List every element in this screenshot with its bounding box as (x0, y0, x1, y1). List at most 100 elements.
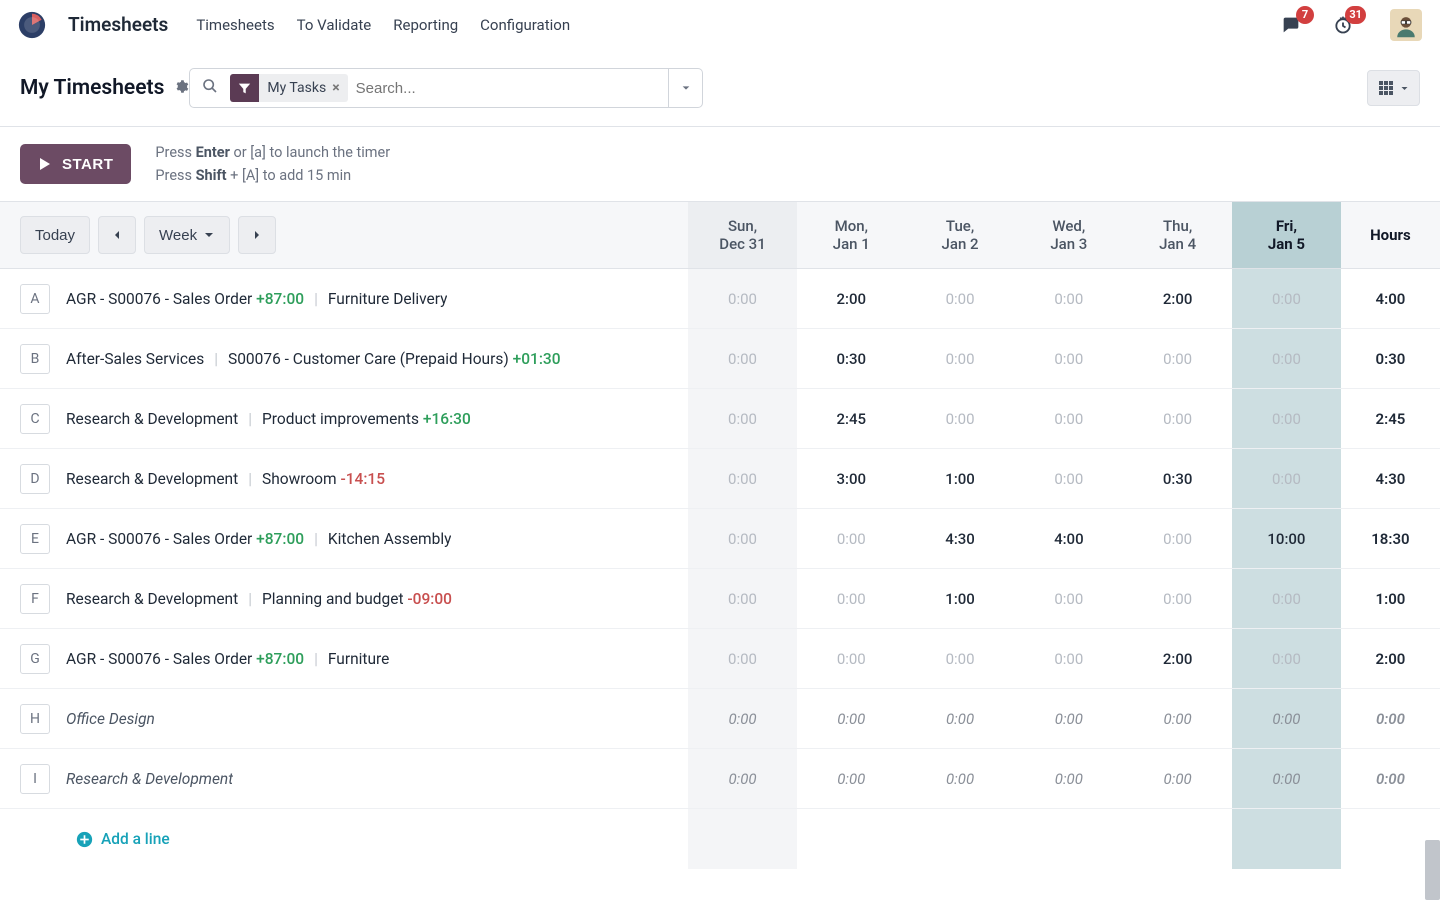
timer-hints: Press Enter or [a] to launch the timer P… (155, 141, 390, 187)
time-cell[interactable]: 0:00 (797, 689, 906, 749)
time-cell[interactable]: 0:00 (1232, 269, 1341, 329)
time-cell[interactable]: 0:00 (797, 749, 906, 809)
next-period-button[interactable] (238, 216, 276, 254)
table-row[interactable]: CResearch & Development|Product improvem… (0, 389, 1440, 449)
time-cell[interactable]: 0:00 (1123, 389, 1232, 449)
start-timer-button[interactable]: START (20, 144, 131, 184)
filter-funnel-icon[interactable] (230, 74, 259, 102)
time-cell[interactable]: 2:00 (1123, 269, 1232, 329)
app-logo-icon[interactable] (18, 11, 46, 39)
row-key-badge[interactable]: A (20, 284, 50, 314)
time-cell[interactable]: 0:00 (1014, 749, 1123, 809)
row-key-badge[interactable]: D (20, 464, 50, 494)
prev-period-button[interactable] (98, 216, 136, 254)
time-cell[interactable]: 4:00 (1014, 509, 1123, 569)
time-cell[interactable]: 1:00 (906, 569, 1015, 629)
time-cell[interactable]: 0:00 (1014, 389, 1123, 449)
time-cell[interactable]: 0:00 (688, 569, 797, 629)
row-total: 0:00 (1341, 689, 1440, 749)
time-cell[interactable]: 0:30 (1123, 449, 1232, 509)
filter-chip-remove-icon[interactable]: × (332, 80, 339, 96)
time-cell[interactable]: 0:00 (1014, 629, 1123, 689)
time-cell[interactable]: 0:00 (906, 389, 1015, 449)
search-box[interactable]: My Tasks× (189, 68, 669, 108)
time-cell[interactable]: 10:00 (1232, 509, 1341, 569)
time-cell[interactable]: 0:00 (688, 269, 797, 329)
time-cell[interactable]: 2:00 (1123, 629, 1232, 689)
row-key-badge[interactable]: C (20, 404, 50, 434)
time-cell[interactable]: 0:00 (1014, 689, 1123, 749)
time-cell[interactable]: 0:00 (906, 689, 1015, 749)
search-input[interactable] (356, 80, 669, 97)
add-line-button[interactable]: Add a line (76, 830, 688, 848)
table-row[interactable]: EAGR - S00076 - Sales Order +87:00|Kitch… (0, 509, 1440, 569)
time-cell[interactable]: 0:00 (1232, 689, 1341, 749)
time-cell[interactable]: 0:00 (1232, 389, 1341, 449)
time-cell[interactable]: 1:00 (906, 449, 1015, 509)
time-cell[interactable]: 0:00 (797, 509, 906, 569)
time-cell[interactable]: 0:00 (1232, 569, 1341, 629)
search-dropdown-button[interactable] (669, 68, 703, 108)
time-cell[interactable]: 2:00 (797, 269, 906, 329)
time-cell[interactable]: 0:00 (688, 509, 797, 569)
time-cell[interactable]: 0:00 (1232, 749, 1341, 809)
activity-icon[interactable]: 31 (1328, 10, 1358, 40)
time-cell[interactable]: 0:00 (1123, 329, 1232, 389)
messages-icon[interactable]: 7 (1276, 10, 1306, 40)
time-cell[interactable]: 0:00 (688, 389, 797, 449)
time-cell[interactable]: 2:45 (797, 389, 906, 449)
time-cell[interactable]: 0:00 (1123, 689, 1232, 749)
table-row[interactable]: FResearch & Development|Planning and bud… (0, 569, 1440, 629)
view-switch-grid[interactable] (1367, 70, 1420, 106)
time-cell[interactable]: 0:00 (797, 569, 906, 629)
time-cell[interactable]: 0:00 (906, 749, 1015, 809)
time-cell[interactable]: 0:00 (688, 689, 797, 749)
menu-reporting[interactable]: Reporting (393, 16, 458, 34)
filter-chip-my-tasks[interactable]: My Tasks× (259, 74, 347, 102)
time-cell[interactable]: 0:00 (1123, 569, 1232, 629)
menu-timesheets[interactable]: Timesheets (196, 16, 274, 34)
scrollbar-thumb[interactable] (1425, 840, 1440, 900)
time-cell[interactable]: 0:00 (1014, 569, 1123, 629)
time-cell[interactable]: 0:00 (797, 629, 906, 689)
time-cell[interactable]: 0:00 (906, 329, 1015, 389)
time-cell[interactable]: 0:00 (906, 269, 1015, 329)
range-selector[interactable]: Week (144, 216, 230, 254)
time-cell[interactable]: 0:30 (797, 329, 906, 389)
time-cell[interactable]: 0:00 (688, 749, 797, 809)
app-title[interactable]: Timesheets (68, 13, 168, 36)
row-key-badge[interactable]: I (20, 764, 50, 794)
time-cell[interactable]: 0:00 (1123, 749, 1232, 809)
user-avatar[interactable] (1390, 9, 1422, 41)
row-key-badge[interactable]: E (20, 524, 50, 554)
time-cell[interactable]: 0:00 (1232, 449, 1341, 509)
row-total: 2:00 (1341, 629, 1440, 689)
time-cell[interactable]: 3:00 (797, 449, 906, 509)
time-cell[interactable]: 0:00 (1232, 329, 1341, 389)
time-cell[interactable]: 0:00 (906, 629, 1015, 689)
table-row[interactable]: HOffice Design0:000:000:000:000:000:000:… (0, 689, 1440, 749)
today-button[interactable]: Today (20, 216, 90, 254)
time-cell[interactable]: 0:00 (1014, 269, 1123, 329)
time-cell[interactable]: 0:00 (688, 629, 797, 689)
menu-to-validate[interactable]: To Validate (297, 16, 372, 34)
time-cell[interactable]: 0:00 (1232, 629, 1341, 689)
table-row[interactable]: BAfter-Sales Services|S00076 - Customer … (0, 329, 1440, 389)
time-cell[interactable]: 0:00 (688, 449, 797, 509)
row-key-badge[interactable]: G (20, 644, 50, 674)
table-row[interactable]: DResearch & Development|Showroom -14:150… (0, 449, 1440, 509)
table-row[interactable]: AAGR - S00076 - Sales Order +87:00|Furni… (0, 269, 1440, 329)
time-cell[interactable]: 0:00 (1014, 449, 1123, 509)
menu-configuration[interactable]: Configuration (480, 16, 570, 34)
gear-icon[interactable] (174, 79, 189, 98)
row-key-badge[interactable]: F (20, 584, 50, 614)
table-row[interactable]: IResearch & Development0:000:000:000:000… (0, 749, 1440, 809)
time-cell[interactable]: 0:00 (688, 329, 797, 389)
row-key-badge[interactable]: B (20, 344, 50, 374)
time-cell[interactable]: 0:00 (1123, 509, 1232, 569)
time-cell[interactable]: 0:00 (1014, 329, 1123, 389)
table-row[interactable]: GAGR - S00076 - Sales Order +87:00|Furni… (0, 629, 1440, 689)
time-cell[interactable]: 4:30 (906, 509, 1015, 569)
row-key-badge[interactable]: H (20, 704, 50, 734)
row-total: 0:30 (1341, 329, 1440, 389)
